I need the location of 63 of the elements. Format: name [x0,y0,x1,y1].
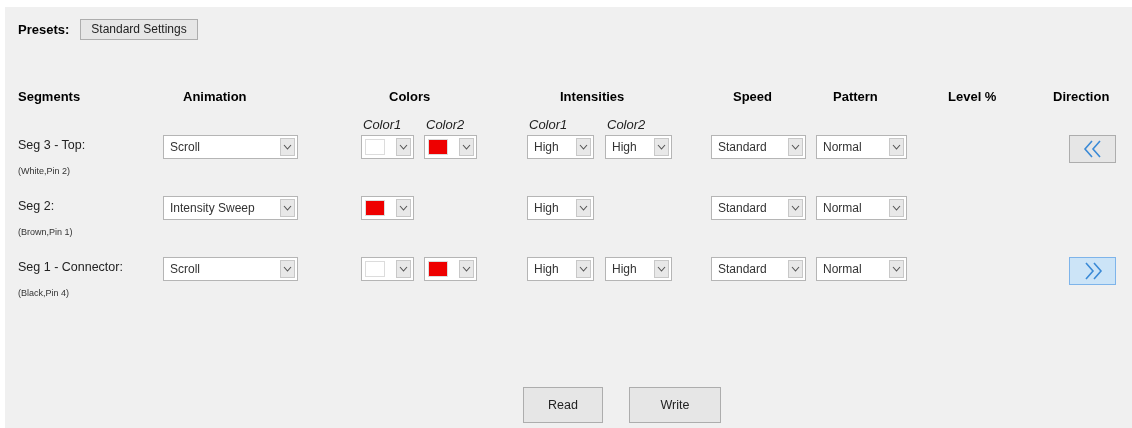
color-dropdown[interactable] [361,135,414,159]
chevron-down-icon [396,260,411,278]
column-header: Speed [732,89,773,104]
column-header: Segments [18,89,82,104]
chevron-down-icon [280,260,295,278]
segment-label: Seg 1 - Connector: [18,260,124,274]
speed-dropdown[interactable]: Standard [711,135,806,159]
intensity-dropdown[interactable]: High [605,257,672,281]
wiring-note: (White,Pin 2) [18,166,71,176]
direction-button[interactable] [1069,257,1116,285]
column-header: Animation [182,89,248,104]
intensity-dropdown[interactable]: High [605,135,672,159]
wiring-note: (Black,Pin 4) [18,288,71,298]
chevron-down-icon [280,199,295,217]
direction-button[interactable] [1069,135,1116,163]
speed-dropdown[interactable]: Standard [711,196,806,220]
speed-dropdown[interactable]: Standard [711,257,806,281]
chevron-down-icon [788,199,803,217]
intensity-dropdown[interactable]: High [527,135,594,159]
chevron-down-icon [654,138,669,156]
animation-dropdown[interactable]: Scroll [163,257,298,281]
chevron-down-icon [396,138,411,156]
column-header: Direction [1053,89,1111,104]
segment-label: Seg 3 - Top: [18,138,87,152]
presets-label: Presets: [18,21,70,37]
chevron-down-icon [280,138,295,156]
animation-dropdown[interactable]: Scroll [163,135,298,159]
chevron-down-icon [576,260,591,278]
column-subheader: Color1 [362,117,403,134]
chevron-down-icon [654,260,669,278]
action-button[interactable]: Write [629,387,721,423]
chevron-down-icon [576,199,591,217]
intensity-dropdown[interactable]: High [527,196,594,220]
color-dropdown[interactable] [424,257,477,281]
pattern-dropdown[interactable]: Normal [816,196,907,220]
pattern-dropdown[interactable]: Normal [816,257,907,281]
animation-dropdown[interactable]: Intensity Sweep [163,196,298,220]
double-chevron-left-icon [1081,140,1104,158]
chevron-down-icon [576,138,591,156]
chevron-down-icon [396,199,411,217]
color-dropdown[interactable] [424,135,477,159]
color-dropdown[interactable] [361,257,414,281]
chevron-down-icon [459,260,474,278]
chevron-down-icon [459,138,474,156]
chevron-down-icon [889,199,904,217]
chevron-down-icon [889,138,904,156]
color-dropdown[interactable] [361,196,414,220]
chevron-down-icon [788,138,803,156]
intensity-dropdown[interactable]: High [527,257,594,281]
chevron-down-icon [889,260,904,278]
column-header: Intensities [559,89,626,104]
column-subheader: Color1 [528,117,569,134]
chevron-down-icon [788,260,803,278]
column-subheader: Color2 [606,117,647,134]
column-header: Pattern [832,89,879,104]
preset-button[interactable]: Standard Settings [80,18,198,40]
column-subheader: Color2 [425,117,466,134]
segment-label: Seg 2: [18,199,56,213]
column-header: Level % [947,89,998,104]
wiring-note: (Brown,Pin 1) [18,227,74,237]
column-header: Colors [388,89,432,104]
action-button[interactable]: Read [523,387,603,423]
pattern-dropdown[interactable]: Normal [816,135,907,159]
